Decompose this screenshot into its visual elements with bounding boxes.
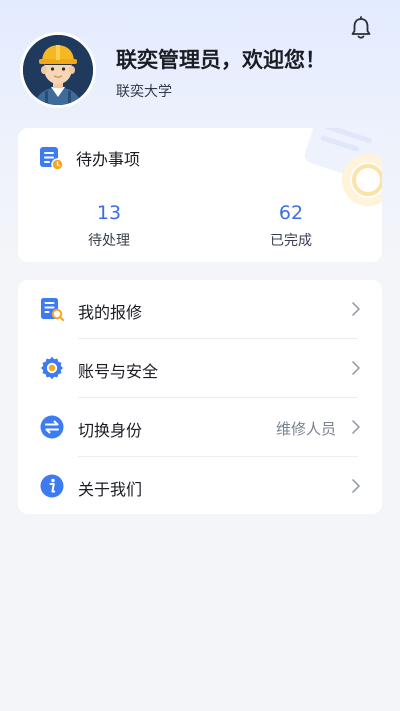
menu-item-about-us[interactable]: 关于我们 <box>18 457 382 514</box>
chevron-right-icon <box>352 420 360 434</box>
greeting-text: 联奕管理员，欢迎您！ <box>116 48 326 72</box>
menu-card: 我的报修 账号与安全 切换身份 维修人员 关于我们 <box>18 280 382 514</box>
todo-title: 待办事项 <box>76 150 141 169</box>
pending-stat[interactable]: 13 待处理 <box>39 202 179 250</box>
profile-header: 联奕管理员，欢迎您！ 联奕大学 <box>20 32 380 112</box>
menu-item-switch-identity[interactable]: 切换身份 维修人员 <box>18 398 382 456</box>
todo-list-icon <box>40 147 64 171</box>
switch-icon <box>40 415 64 439</box>
menu-item-label: 关于我们 <box>78 480 143 499</box>
pending-label: 待处理 <box>88 233 130 249</box>
menu-item-label: 账号与安全 <box>78 362 159 381</box>
menu-item-label: 我的报修 <box>78 303 143 322</box>
info-icon <box>40 474 64 498</box>
current-identity-value: 维修人员 <box>275 420 336 438</box>
repair-doc-icon <box>41 298 64 321</box>
todo-card: 待办事项 13 待处理 62 已完成 <box>18 128 382 262</box>
done-count: 62 <box>278 202 304 224</box>
avatar[interactable] <box>20 32 96 108</box>
gear-icon <box>40 356 64 380</box>
pending-count: 13 <box>96 202 122 224</box>
chevron-right-icon <box>352 479 360 493</box>
menu-item-account-security[interactable]: 账号与安全 <box>18 339 382 397</box>
chevron-right-icon <box>352 361 360 375</box>
todo-header: 待办事项 <box>38 146 141 171</box>
school-name: 联奕大学 <box>116 84 172 100</box>
chevron-right-icon <box>352 302 360 316</box>
menu-item-my-repairs[interactable]: 我的报修 <box>18 280 382 338</box>
worker-avatar-icon <box>23 35 93 105</box>
menu-item-label: 切换身份 <box>78 421 143 440</box>
done-stat[interactable]: 62 已完成 <box>221 202 361 250</box>
done-label: 已完成 <box>270 233 312 249</box>
